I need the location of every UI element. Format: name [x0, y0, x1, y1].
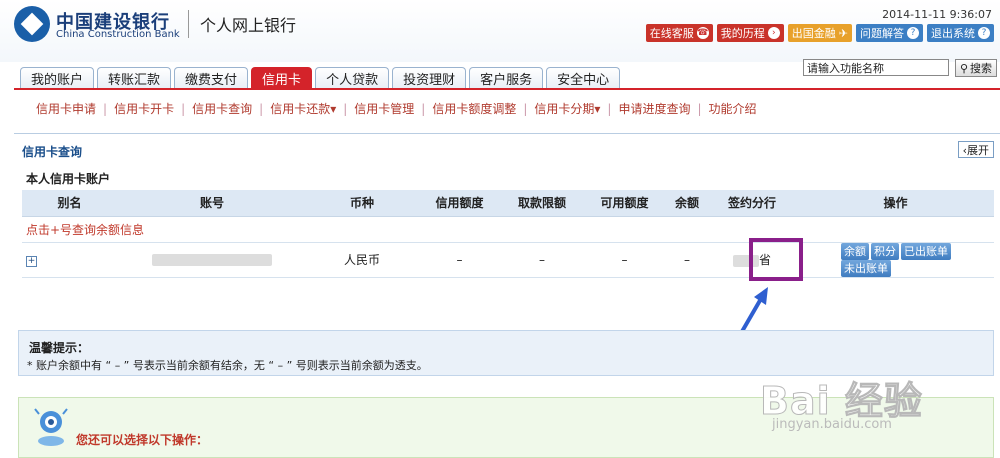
search-icon: ⚲: [959, 61, 969, 75]
sub-navigation: 信用卡申请 | 信用卡开卡 | 信用卡查询 | 信用卡还款▾ | 信用卡管理 | 信用卡额…: [36, 100, 757, 117]
header-datetime: 2014-11-11 9:36:07: [882, 8, 992, 21]
headset-icon: ☎: [696, 27, 709, 39]
online-service-button[interactable]: 在线客服 ☎: [645, 24, 713, 42]
tab-credit-card[interactable]: 信用卡: [251, 67, 313, 89]
subnav-item-activate[interactable]: 信用卡开卡: [114, 100, 174, 117]
table-header-row: 别名 账号 币种 信用额度 取款限额 可用额度 余额 签约分行 操作: [22, 190, 994, 217]
col-header-branch: 签约分行: [707, 190, 797, 217]
search-button[interactable]: ⚲ 搜索: [955, 59, 997, 77]
alias-cell: +: [22, 242, 117, 278]
logout-label: 退出系统: [931, 27, 975, 40]
chevron-icon: ›: [767, 27, 780, 39]
balance-button-highlight: [749, 238, 803, 281]
brand-name-en: China Construction Bank: [56, 29, 180, 40]
baidu-watermark-url: jingyan.baidu.com: [772, 417, 892, 432]
tab-transfer[interactable]: 转账汇款: [97, 67, 172, 89]
unbilled-statement-button[interactable]: 未出账单: [841, 259, 891, 277]
tips-title: 温馨提示：: [29, 341, 90, 355]
my-history-label: 我的历程: [720, 27, 765, 40]
header-buttons: 在线客服 ☎ 我的历程 › 出国金融 ✈ 问题解答 ? 退出系统 ?: [645, 24, 994, 42]
overseas-finance-label: 出国金融: [791, 27, 836, 40]
section-divider: [14, 133, 1000, 134]
subnav-item-limit-adjust[interactable]: 信用卡额度调整: [432, 100, 516, 117]
tab-security-center[interactable]: 安全中心: [546, 67, 621, 89]
top-header: 中国建设银行 China Construction Bank 个人网上银行 20…: [0, 0, 1000, 62]
col-header-alias: 别名: [22, 190, 117, 217]
expand-row-icon[interactable]: +: [26, 256, 37, 267]
my-history-button[interactable]: 我的历程 ›: [716, 24, 784, 42]
hint-row: 点击+号查询余额信息: [22, 216, 994, 243]
masked-account-number: [152, 254, 272, 266]
points-button[interactable]: 积分: [871, 242, 899, 260]
col-header-currency: 币种: [307, 190, 417, 217]
mascot-icon: [34, 408, 68, 446]
subnav-item-repay[interactable]: 信用卡还款▾: [270, 100, 336, 117]
col-header-credit-limit: 信用额度: [417, 190, 502, 217]
operations-title: 您还可以选择以下操作：: [76, 433, 209, 447]
overseas-finance-button[interactable]: 出国金融 ✈: [787, 24, 852, 42]
balance-hint: 点击+号查询余额信息: [22, 216, 994, 243]
tabs-underline: [14, 88, 1000, 90]
table-caption: 本人信用卡账户: [26, 172, 111, 186]
help-icon: ?: [978, 27, 990, 39]
plane-icon: ✈: [838, 26, 848, 40]
main-tabs: 我的账户 转账汇款 缴费支付 信用卡 个人贷款 投资理财 客户服务 安全中心: [20, 67, 621, 89]
col-header-actions: 操作: [797, 190, 994, 217]
col-header-available: 可用额度: [582, 190, 667, 217]
tab-payment[interactable]: 缴费支付: [174, 67, 249, 89]
currency-cell: 人民币: [307, 242, 417, 278]
faq-label: 问题解答: [860, 27, 904, 40]
subnav-item-progress[interactable]: 申请进度查询: [618, 100, 690, 117]
col-header-withdraw-limit: 取款限额: [502, 190, 582, 217]
tab-my-account[interactable]: 我的账户: [20, 67, 95, 89]
credit-card-table: 别名 账号 币种 信用额度 取款限额 可用额度 余额 签约分行 操作 点击+号查…: [22, 190, 994, 278]
help-icon: ?: [907, 27, 919, 39]
tab-personal-loan[interactable]: 个人贷款: [315, 67, 390, 89]
subnav-item-installment[interactable]: 信用卡分期▾: [534, 100, 600, 117]
balance-cell: –: [667, 242, 707, 278]
col-header-account: 账号: [117, 190, 307, 217]
subnav-item-intro[interactable]: 功能介绍: [709, 100, 757, 117]
available-cell: –: [582, 242, 667, 278]
faq-button[interactable]: 问题解答 ?: [856, 24, 923, 42]
online-service-label: 在线客服: [649, 27, 694, 40]
tab-customer-service[interactable]: 客户服务: [469, 67, 544, 89]
brand-subtitle: 个人网上银行: [200, 16, 297, 35]
withdraw-limit-cell: –: [502, 242, 582, 278]
ccb-logo-icon: [14, 6, 50, 42]
search-button-label: 搜索: [970, 62, 993, 75]
credit-limit-cell: –: [417, 242, 502, 278]
subnav-item-manage[interactable]: 信用卡管理: [354, 100, 414, 117]
function-search-input[interactable]: [803, 59, 949, 76]
page-title: 信用卡查询: [22, 145, 83, 159]
brand-divider: [188, 10, 189, 38]
tab-investment[interactable]: 投资理财: [392, 67, 467, 89]
balance-button[interactable]: 余额: [841, 242, 869, 260]
billed-statement-button[interactable]: 已出账单: [901, 242, 951, 260]
subnav-item-query[interactable]: 信用卡查询: [192, 100, 252, 117]
expand-button[interactable]: ‹展开: [957, 141, 994, 158]
logout-button[interactable]: 退出系统 ?: [927, 24, 994, 42]
account-cell: [117, 242, 307, 278]
actions-cell: 余额 积分 已出账单未出账单: [797, 242, 994, 278]
table-row: + 人民币 – – – – 省 余额 积分 已出账单未出账单: [22, 242, 994, 278]
subnav-item-apply[interactable]: 信用卡申请: [36, 100, 96, 117]
tips-text: * 账户余额中有 “ – ” 号表示当前余额有结余，无 “ – ” 号则表示当前…: [27, 359, 428, 372]
col-header-balance: 余额: [667, 190, 707, 217]
